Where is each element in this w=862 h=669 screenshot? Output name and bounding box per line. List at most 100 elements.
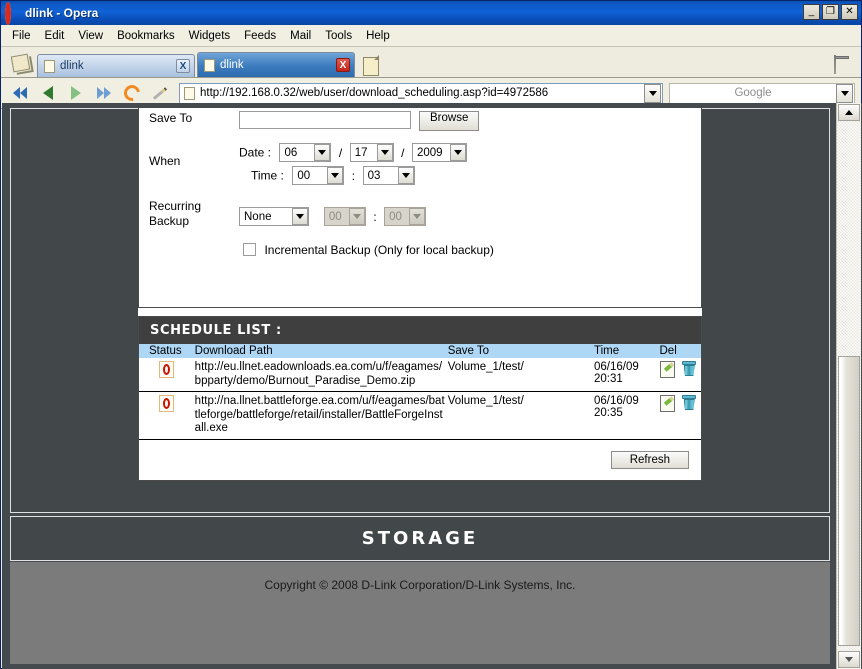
incremental-backup-label: Incremental Backup (Only for local backu…	[264, 243, 494, 257]
tabbar: dlink X dlink X	[1, 47, 861, 78]
time-hour-value: 00	[297, 169, 311, 182]
storage-banner-text: STORAGE	[361, 528, 479, 549]
row-saveto-cell: Volume_1/test/	[447, 361, 524, 373]
column-time: Time	[594, 344, 660, 358]
table-row: http://eu.llnet.eadownloads.ea.com/u/f/e…	[139, 358, 701, 392]
reload-icon[interactable]	[119, 81, 145, 105]
panels-icon[interactable]	[7, 50, 33, 76]
page-icon	[204, 58, 215, 72]
storage-banner: STORAGE	[10, 516, 830, 561]
browse-button[interactable]: Browse	[419, 111, 480, 131]
maximize-button[interactable]: ❐	[822, 4, 839, 20]
recurring-minute-select[interactable]: 00	[384, 207, 427, 226]
scroll-down-button[interactable]	[838, 651, 860, 668]
delete-icon[interactable]	[681, 395, 696, 410]
menubar: File Edit View Bookmarks Widgets Feeds M…	[1, 25, 861, 47]
save-to-row: Save To Browse	[139, 108, 701, 131]
trash-icon[interactable]	[834, 55, 849, 74]
date-year-value: 2009	[416, 146, 443, 159]
minimize-button[interactable]: _	[803, 4, 820, 20]
recurring-mode-value: None	[244, 210, 272, 223]
tab-close-icon[interactable]: X	[336, 58, 350, 72]
back-icon[interactable]	[35, 81, 61, 105]
opera-browser-window: dlink - Opera _ ❐ ✕ File Edit View Bookm…	[0, 0, 862, 669]
window-titlebar: dlink - Opera _ ❐ ✕	[1, 1, 861, 25]
date-separator-2: /	[401, 145, 405, 160]
date-day-value: 17	[354, 146, 368, 159]
fast-forward-icon[interactable]	[91, 81, 117, 105]
recurring-mode-select[interactable]: None	[239, 207, 309, 226]
page-footer: Copyright © 2008 D-Link Corporation/D-Li…	[10, 562, 830, 664]
new-tab-icon[interactable]	[361, 54, 381, 76]
row-status-cell	[139, 392, 195, 440]
recurring-minute-value: 00	[389, 210, 402, 223]
tab-dlink-1[interactable]: dlink X	[37, 54, 195, 77]
close-button[interactable]: ✕	[841, 4, 858, 20]
time-field-group: Time : 00 : 03	[239, 166, 467, 185]
delete-icon[interactable]	[681, 361, 696, 376]
recurring-separator: :	[373, 209, 377, 224]
download-path-text: http://na.llnet.battleforge.ea.com/u/f/e…	[194, 395, 445, 434]
address-dropdown-icon[interactable]	[644, 83, 661, 103]
time-hour-select[interactable]: 00	[292, 166, 345, 185]
download-path-text: http://eu.llnet.eadownloads.ea.com/u/f/e…	[194, 361, 443, 387]
menu-bookmarks[interactable]: Bookmarks	[110, 28, 182, 44]
rewind-icon[interactable]	[7, 81, 33, 105]
date-separator-1: /	[338, 145, 343, 160]
refresh-row: Refresh	[139, 440, 701, 480]
incremental-backup-checkbox[interactable]	[243, 243, 256, 256]
date-year-select[interactable]: 2009	[411, 143, 467, 162]
column-save-to: Save To	[447, 344, 595, 358]
tab-dlink-2[interactable]: dlink X	[197, 52, 355, 77]
menu-edit[interactable]: Edit	[38, 28, 72, 44]
recurring-backup-row: Recurring Backup None 00 : 00	[139, 185, 701, 229]
schedule-table: Status Download Path Save To Time Del ht…	[139, 344, 701, 440]
save-to-input[interactable]	[239, 111, 411, 129]
table-row: http://na.llnet.battleforge.ea.com/u/f/e…	[139, 392, 702, 440]
address-value: http://192.168.0.32/web/user/download_sc…	[200, 87, 549, 99]
menu-help[interactable]: Help	[359, 28, 397, 44]
date-day-select[interactable]: 17	[349, 143, 394, 162]
address-bar[interactable]: http://192.168.0.32/web/user/download_sc…	[179, 82, 663, 104]
menu-mail[interactable]: Mail	[283, 28, 318, 44]
page-icon	[184, 86, 195, 100]
row-actions-cell	[659, 392, 702, 440]
scroll-up-button[interactable]	[838, 104, 860, 121]
menu-file[interactable]: File	[5, 28, 38, 44]
recurring-hour-select[interactable]: 00	[323, 207, 366, 226]
date-month-select[interactable]: 06	[279, 143, 332, 162]
time-separator: :	[351, 168, 356, 183]
vertical-scrollbar[interactable]	[836, 103, 861, 669]
search-input[interactable]: Google	[669, 82, 855, 104]
refresh-button[interactable]: Refresh	[610, 450, 689, 469]
time-label: Time :	[251, 168, 284, 183]
forward-icon[interactable]	[63, 81, 89, 105]
incremental-backup-row: Incremental Backup (Only for local backu…	[139, 229, 701, 259]
when-row: When Date : 06 / 17 / 2009 Time: 00: 0…	[139, 131, 701, 185]
when-label: When	[149, 154, 181, 168]
page-icon	[44, 59, 55, 73]
menu-widgets[interactable]: Widgets	[182, 28, 238, 44]
search-engine-dropdown-icon[interactable]	[836, 83, 853, 103]
search-placeholder: Google	[734, 87, 772, 99]
row-actions-cell	[659, 358, 702, 392]
edit-icon[interactable]	[659, 395, 675, 412]
date-month-value: 06	[284, 146, 298, 159]
edit-icon[interactable]	[659, 361, 675, 378]
time-minute-select[interactable]: 03	[362, 166, 415, 185]
menu-view[interactable]: View	[71, 28, 110, 44]
tab-close-icon[interactable]: X	[176, 59, 190, 73]
row-time-cell: 06/16/09 20:35	[594, 395, 639, 419]
menu-tools[interactable]: Tools	[318, 28, 359, 44]
edit-page-icon[interactable]	[147, 81, 173, 105]
recurring-fields: None 00 : 00	[239, 199, 427, 226]
when-fields: Date : 06 / 17 / 2009 Time: 00: 03	[239, 143, 467, 185]
menu-feeds[interactable]: Feeds	[237, 28, 283, 44]
web-page: Save To Browse When Date : 06 / 17 / 200…	[2, 103, 838, 669]
schedule-form-panel: Save To Browse When Date : 06 / 17 / 200…	[138, 108, 702, 308]
tab-label: dlink	[60, 60, 84, 72]
column-del: Del	[659, 344, 701, 358]
page-viewport: Save To Browse When Date : 06 / 17 / 200…	[2, 103, 862, 669]
download-scheduling-content: Save To Browse When Date : 06 / 17 / 200…	[138, 108, 702, 481]
scrollbar-thumb[interactable]	[838, 356, 860, 646]
